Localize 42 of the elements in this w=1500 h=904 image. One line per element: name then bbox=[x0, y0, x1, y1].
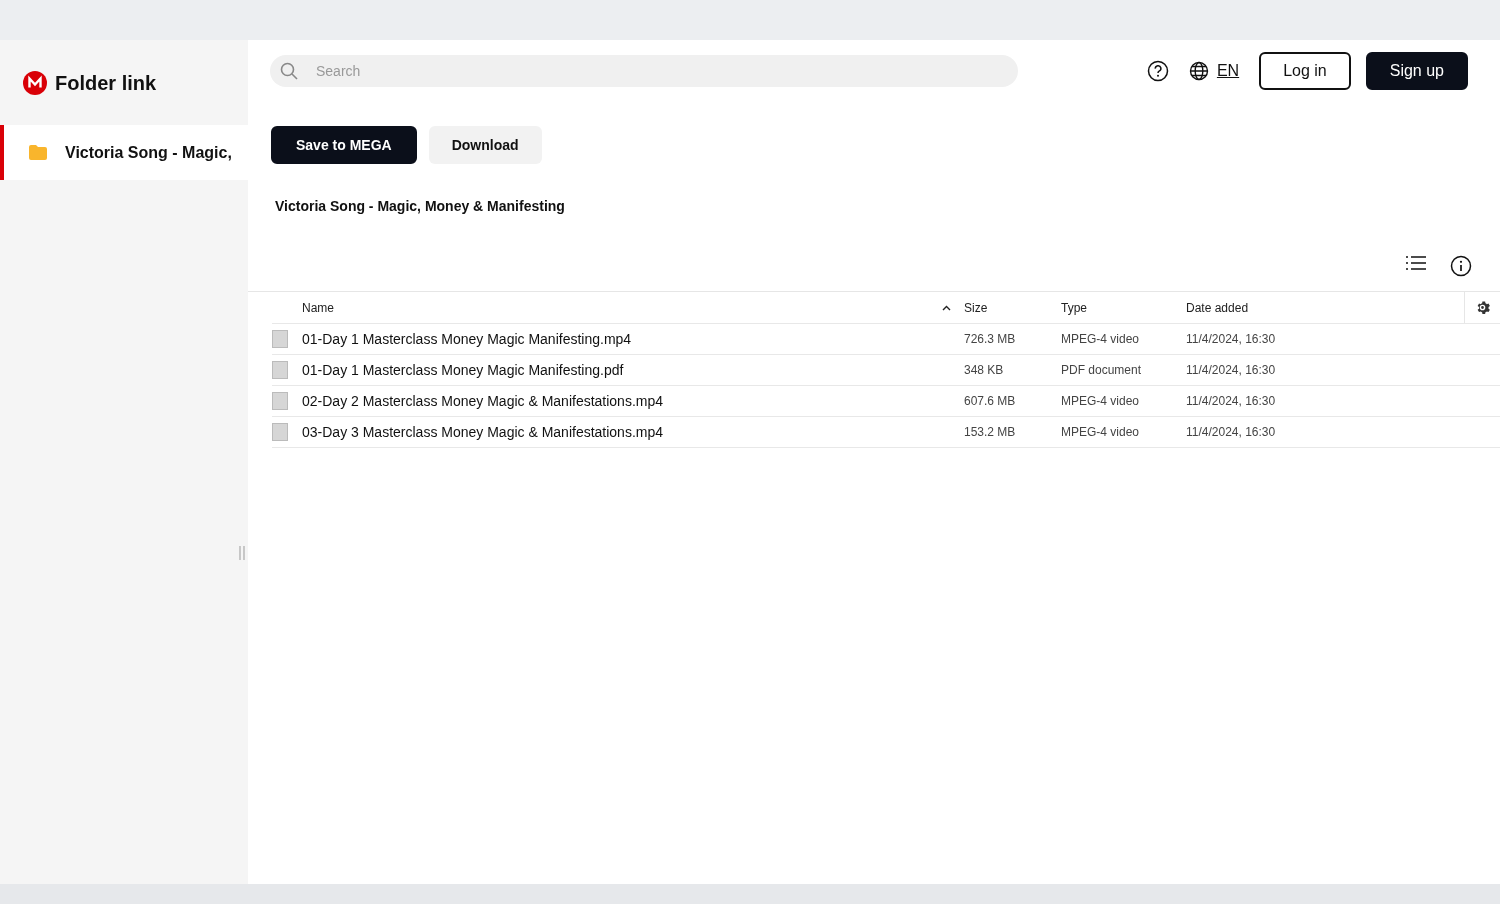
date-added: 11/4/2024, 16:30 bbox=[1186, 362, 1277, 379]
file-name[interactable]: 03-Day 3 Masterclass Money Magic & Manifestations.mp4 bbox=[302, 421, 942, 443]
file-thumbnail bbox=[272, 392, 288, 410]
file-thumbnail bbox=[272, 423, 288, 441]
file-type: MPEG-4 video bbox=[1061, 393, 1141, 410]
column-header[interactable]: Type bbox=[1061, 298, 1186, 317]
date-added: 11/4/2024, 16:30 bbox=[1186, 331, 1277, 348]
folder-path: Victoria Song - Magic, Money & Manifesting bbox=[274, 197, 565, 216]
file-type: PDF document bbox=[1061, 362, 1143, 379]
file-type: MPEG-4 video bbox=[1061, 424, 1141, 441]
log-in-button[interactable]: Log in bbox=[1259, 52, 1351, 90]
file-size: 348 KB bbox=[964, 362, 1005, 379]
sidebar-item[interactable]: Victoria Song - Magic, bbox=[0, 125, 248, 180]
file-thumbnail bbox=[272, 361, 288, 379]
globe-icon[interactable] bbox=[1188, 61, 1209, 81]
file-size: 607.6 MB bbox=[964, 393, 1017, 410]
file-thumbnail bbox=[272, 330, 288, 348]
date-added: 11/4/2024, 16:30 bbox=[1186, 393, 1277, 410]
file-name[interactable]: 02-Day 2 Masterclass Money Magic & Manifestations.mp4 bbox=[302, 390, 942, 412]
save-button[interactable]: Save to MEGA bbox=[271, 126, 417, 164]
file-size: 153.2 MB bbox=[964, 424, 1017, 441]
column-header[interactable]: Name bbox=[302, 298, 942, 317]
settings-icon[interactable] bbox=[1475, 300, 1490, 315]
file-size: 726.3 MB bbox=[964, 331, 1017, 348]
logo-icon bbox=[23, 70, 47, 95]
list-view-icon[interactable] bbox=[1406, 255, 1426, 271]
column-header[interactable]: Size bbox=[964, 298, 1061, 317]
resize-handle-icon[interactable] bbox=[238, 545, 246, 561]
language-link[interactable]: EN bbox=[1216, 59, 1240, 83]
file-type: MPEG-4 video bbox=[1061, 331, 1141, 348]
file-name[interactable]: 01-Day 1 Masterclass Money Magic Manifesting.mp4 bbox=[302, 328, 942, 350]
sort-caret-icon[interactable] bbox=[942, 305, 951, 312]
file-name[interactable]: 01-Day 1 Masterclass Money Magic Manifesting.pdf bbox=[302, 359, 942, 381]
date-added: 11/4/2024, 16:30 bbox=[1186, 424, 1277, 441]
folder-icon bbox=[29, 145, 47, 160]
download-button[interactable]: Download bbox=[428, 126, 542, 164]
search-field[interactable]: Search bbox=[270, 55, 1018, 87]
sign-up-button[interactable]: Sign up bbox=[1365, 52, 1468, 90]
app-title: Folder link bbox=[55, 70, 157, 96]
column-header[interactable]: Date added bbox=[1186, 298, 1464, 317]
help-icon[interactable] bbox=[1146, 60, 1169, 82]
info-icon[interactable] bbox=[1450, 255, 1472, 277]
